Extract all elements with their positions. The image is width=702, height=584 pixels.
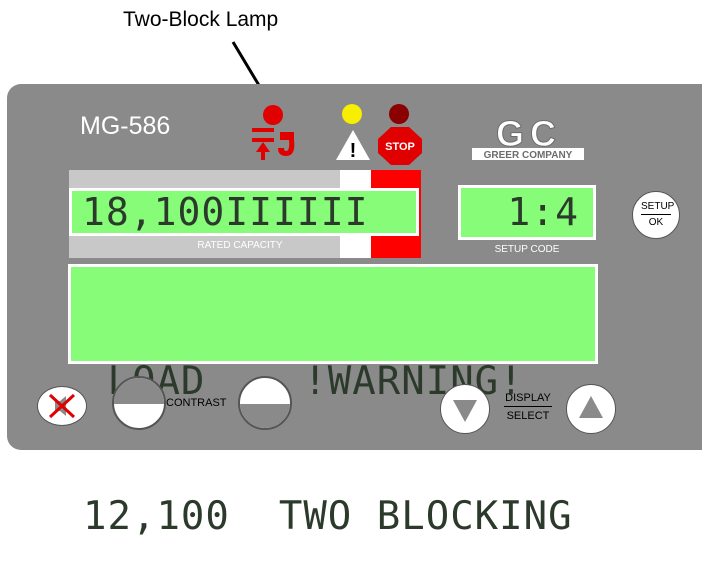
warning-symbol: ! [350,140,357,162]
stop-lamp [389,104,409,124]
display-up-button[interactable] [566,384,616,434]
contrast-down-button[interactable] [238,376,292,430]
contrast-up-button[interactable] [112,376,166,430]
ok-label: OK [648,217,664,228]
display-select-label: DISPLAY SELECT [498,392,558,422]
two-block-lamp [263,105,283,125]
warning-lamp [342,104,362,124]
stop-label: STOP [385,141,415,153]
setup-code-label: SETUP CODE [494,244,560,255]
anti-two-block-icon [252,128,295,160]
capacity-bargraph: IIIIII [225,190,369,234]
svg-text:GREER COMPANY: GREER COMPANY [484,150,573,161]
model-name: MG-586 [80,112,171,140]
setup-code-display: 1:4 [458,185,596,240]
rated-capacity-display: 18,100IIIIII [69,188,419,236]
mute-button[interactable] [37,386,87,426]
mute-icon [48,393,76,419]
warning-triangle-icon: ! [336,130,370,162]
main-display: LOAD !WARNING! 12,100 TWO BLOCKING [68,264,598,539]
display-label: DISPLAY [504,392,552,407]
rated-capacity-value: 18,100 [82,190,226,234]
down-triangle-icon [453,400,477,422]
rated-capacity-label: RATED CAPACITY [197,240,283,251]
stop-sign-icon: STOP [378,127,422,165]
setup-label: SETUP [641,201,674,215]
contrast-label: CONTRAST [166,397,227,409]
select-label: SELECT [506,410,550,422]
display-down-button[interactable] [440,384,490,434]
setup-ok-button[interactable]: SETUP OK [632,191,680,239]
main-display-line2: 12,100 TWO BLOCKING [83,494,573,539]
greer-logo: GC GREER COMPANY [472,114,584,161]
up-triangle-icon [579,396,603,418]
